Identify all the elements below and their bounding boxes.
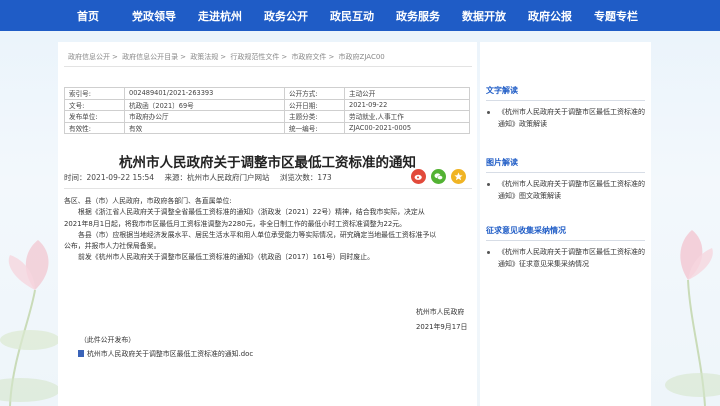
meta-key: 公开方式: bbox=[284, 87, 345, 100]
breadcrumb-link[interactable]: 政府信息公开 bbox=[68, 53, 110, 61]
meta-value: 杭政函〔2021〕69号 bbox=[124, 98, 285, 111]
article-body: 各区、县（市）人民政府，市政府各部门、各直属单位: 根据《浙江省人民政府关于调整… bbox=[64, 196, 474, 264]
table-row: 索引号: 002489401/2021-263393 公开方式: 主动公开 bbox=[64, 87, 470, 100]
sidebar: 文字解读 《杭州市人民政府关于调整市区最低工资标准的通知》政策解读 图片解读 《… bbox=[480, 42, 651, 406]
document-file-icon bbox=[78, 349, 84, 357]
sign-date: 2021年9月17日 bbox=[416, 323, 468, 331]
weibo-share-icon[interactable] bbox=[411, 169, 426, 184]
sidebar-section-text-interpretation: 文字解读 《杭州市人民政府关于调整市区最低工资标准的通知》政策解读 bbox=[480, 85, 651, 130]
sidebar-heading: 征求意见收集采纳情况 bbox=[486, 225, 645, 241]
table-row: 文号: 杭政函〔2021〕69号 公开日期: 2021-09-22 bbox=[64, 98, 470, 111]
table-row: 发布单位: 市政府办公厅 主题分类: 劳动就业,人事工作 bbox=[64, 110, 470, 123]
article-paragraph: 根据《浙江省人民政府关于调整全省最低工资标准的通知》（浙政发〔2021〕22号）… bbox=[78, 208, 425, 217]
document-meta-table: 索引号: 002489401/2021-263393 公开方式: 主动公开 文号… bbox=[64, 87, 470, 134]
divider bbox=[64, 188, 472, 189]
table-row: 有效性: 有效 统一编号: ZJAC00-2021-0005 bbox=[64, 121, 470, 134]
sidebar-link[interactable]: 《杭州市人民政府关于调整市区最低工资标准的通知》征求意见采集采纳情况 bbox=[480, 241, 651, 270]
nav-item-home[interactable]: 首页 bbox=[55, 8, 121, 24]
meta-key: 统一编号: bbox=[284, 121, 345, 134]
attachment-link[interactable]: 杭州市人民政府关于调整市区最低工资标准的通知.doc bbox=[78, 348, 253, 358]
article-source: 来源：杭州市人民政府门户网站 bbox=[164, 173, 270, 182]
sidebar-link-label: 《杭州市人民政府关于调整市区最低工资标准的通知》征求意见采集采纳情况 bbox=[498, 248, 645, 268]
article-paragraph: 各县（市）应根据当地经济发展水平、居民生活水平和用人单位承受能力等实际情况，研究… bbox=[78, 230, 437, 239]
sidebar-link-label: 《杭州市人民政府关于调整市区最低工资标准的通知》图文政策解读 bbox=[498, 180, 645, 200]
meta-value: 002489401/2021-263393 bbox=[124, 87, 285, 100]
article-paragraph: 公布，并报市人力社保局备案。 bbox=[64, 242, 161, 251]
sidebar-heading: 文字解读 bbox=[486, 85, 645, 101]
breadcrumb-link[interactable]: 行政规范性文件 bbox=[230, 53, 279, 61]
meta-key: 文号: bbox=[64, 98, 125, 111]
signer: 杭州市人民政府 bbox=[416, 308, 465, 316]
breadcrumb-link[interactable]: 市政府ZJAC00 bbox=[339, 53, 385, 61]
meta-value: 有效 bbox=[124, 121, 285, 134]
nav-item-open-data[interactable]: 数据开放 bbox=[451, 8, 517, 24]
publish-time: 时间：2021-09-22 15:54 bbox=[64, 173, 155, 182]
breadcrumb: 政府信息公开 > 政府信息公开目录 > 政策法规 > 行政规范性文件 > 市政府文件 > … bbox=[68, 53, 385, 61]
attachment-name: 杭州市人民政府关于调整市区最低工资标准的通知.doc bbox=[87, 350, 254, 358]
lotus-decoration-right bbox=[665, 230, 720, 406]
favorite-star-icon[interactable] bbox=[451, 169, 466, 184]
meta-key: 发布单位: bbox=[64, 110, 125, 123]
meta-value: 劳动就业,人事工作 bbox=[344, 110, 470, 123]
main-content-panel: 政府信息公开 > 政府信息公开目录 > 政策法规 > 行政规范性文件 > 市政府文件 > … bbox=[58, 42, 477, 406]
article-paragraph: 前发《杭州市人民政府关于调整市区最低工资标准的通知》（杭政函〔2017〕161号… bbox=[78, 253, 374, 262]
nav-item-services[interactable]: 政务服务 bbox=[385, 8, 451, 24]
wechat-share-icon[interactable] bbox=[431, 169, 446, 184]
meta-value: 2021-09-22 bbox=[344, 98, 470, 111]
bullet-icon bbox=[487, 111, 490, 114]
sidebar-link[interactable]: 《杭州市人民政府关于调整市区最低工资标准的通知》图文政策解读 bbox=[480, 173, 651, 202]
publish-note: （此件公开发布） bbox=[80, 336, 136, 344]
bullet-icon bbox=[487, 183, 490, 186]
divider bbox=[64, 66, 472, 67]
sidebar-heading: 图片解读 bbox=[486, 157, 645, 173]
view-count: 浏览次数：173 bbox=[279, 173, 332, 182]
nav-item-gazette[interactable]: 政府公报 bbox=[517, 8, 583, 24]
bullet-icon bbox=[487, 251, 490, 254]
meta-value: 主动公开 bbox=[344, 87, 470, 100]
meta-key: 索引号: bbox=[64, 87, 125, 100]
sidebar-link[interactable]: 《杭州市人民政府关于调整市区最低工资标准的通知》政策解读 bbox=[480, 101, 651, 130]
breadcrumb-link[interactable]: 市政府文件 bbox=[291, 53, 326, 61]
meta-value: ZJAC00-2021-0005 bbox=[344, 121, 470, 134]
article-info: 时间：2021-09-22 15:54 来源：杭州市人民政府门户网站 浏览次数：… bbox=[64, 172, 340, 183]
nav-item-topics[interactable]: 专题专栏 bbox=[583, 8, 649, 24]
top-nav-bar: 首页 党政领导 走进杭州 政务公开 政民互动 政务服务 数据开放 政府公报 专题… bbox=[0, 0, 720, 31]
article-paragraph: 各区、县（市）人民政府，市政府各部门、各直属单位: bbox=[64, 197, 232, 205]
meta-key: 主题分类: bbox=[284, 110, 345, 123]
meta-value: 市政府办公厅 bbox=[124, 110, 285, 123]
breadcrumb-link[interactable]: 政府信息公开目录 bbox=[122, 53, 178, 61]
meta-key: 有效性: bbox=[64, 121, 125, 134]
page-title: 杭州市人民政府关于调整市区最低工资标准的通知 bbox=[119, 155, 416, 171]
nav-item-gov-info[interactable]: 政务公开 bbox=[253, 8, 319, 24]
article-paragraph: 2021年8月1日起，将我市市区最低月工资标准调整为2280元，非全日制工作的最… bbox=[64, 219, 407, 228]
sidebar-section-feedback: 征求意见收集采纳情况 《杭州市人民政府关于调整市区最低工资标准的通知》征求意见采… bbox=[480, 225, 651, 270]
meta-key: 公开日期: bbox=[284, 98, 345, 111]
sidebar-link-label: 《杭州市人民政府关于调整市区最低工资标准的通知》政策解读 bbox=[498, 108, 645, 128]
nav-item-about-hangzhou[interactable]: 走进杭州 bbox=[187, 8, 253, 24]
sidebar-section-image-interpretation: 图片解读 《杭州市人民政府关于调整市区最低工资标准的通知》图文政策解读 bbox=[480, 157, 651, 202]
breadcrumb-link[interactable]: 政策法规 bbox=[190, 53, 218, 61]
nav-item-leaders[interactable]: 党政领导 bbox=[121, 8, 187, 24]
nav-item-interaction[interactable]: 政民互动 bbox=[319, 8, 385, 24]
